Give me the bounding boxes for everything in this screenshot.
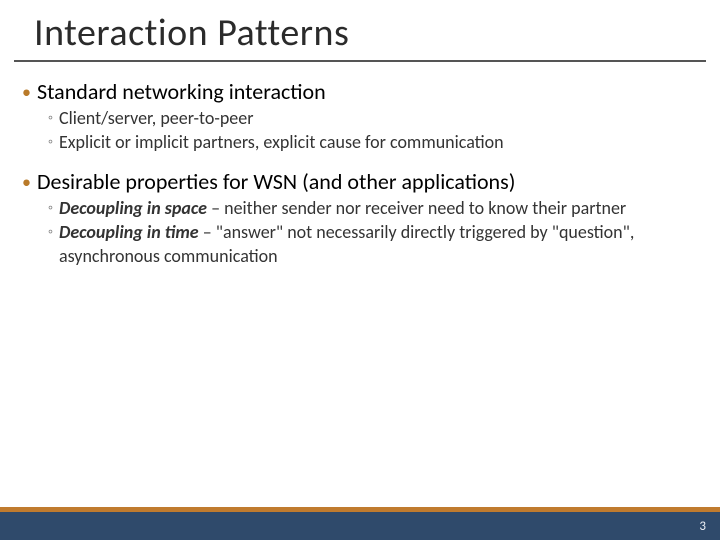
bullet-rest: – neither sender nor receiver need to kn… <box>207 197 626 219</box>
emphasis: Decoupling in time <box>59 221 199 243</box>
slide-content: • Standard networking interaction ◦ Clie… <box>0 62 720 268</box>
bullet-text: Explicit or implicit partners, explicit … <box>59 130 504 154</box>
bullet-level2: ◦ Explicit or implicit partners, explici… <box>48 130 698 154</box>
bullet-level1: • Standard networking interaction <box>22 78 698 106</box>
bullet-text: Decoupling in space – neither sender nor… <box>59 196 626 220</box>
bullet-level2: ◦ Decoupling in space – neither sender n… <box>48 196 698 220</box>
emphasis: Decoupling in space <box>59 197 207 219</box>
bullet-level1: • Desirable properties for WSN (and othe… <box>22 168 698 196</box>
slide: Interaction Patterns • Standard networki… <box>0 0 720 540</box>
bullet-dot-icon: • <box>22 168 31 196</box>
bullet-text: Desirable properties for WSN (and other … <box>37 168 515 196</box>
bullet-ring-icon: ◦ <box>48 196 53 220</box>
footer-bar <box>0 512 720 540</box>
bullet-level2: ◦ Client/server, peer-to-peer <box>48 106 698 130</box>
bullet-text: Decoupling in time – "answer" not necess… <box>59 220 698 268</box>
page-number: 3 <box>699 519 706 534</box>
bullet-level2: ◦ Decoupling in time – "answer" not nece… <box>48 220 698 268</box>
bullet-text: Client/server, peer-to-peer <box>59 106 254 130</box>
bullet-ring-icon: ◦ <box>48 130 53 154</box>
bullet-dot-icon: • <box>22 78 31 106</box>
bullet-ring-icon: ◦ <box>48 220 53 244</box>
footer: 3 <box>0 506 720 540</box>
bullet-text: Standard networking interaction <box>37 78 326 106</box>
bullet-ring-icon: ◦ <box>48 106 53 130</box>
slide-title: Interaction Patterns <box>14 0 706 62</box>
